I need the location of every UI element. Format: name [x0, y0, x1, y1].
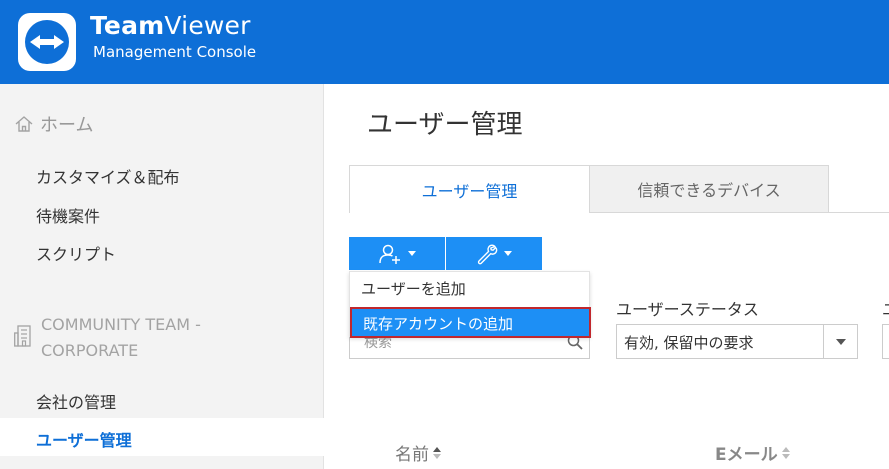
teamviewer-logo-icon[interactable] — [18, 13, 76, 71]
building-icon — [14, 325, 31, 347]
truncated-filter-input[interactable] — [882, 324, 889, 359]
home-icon — [15, 116, 33, 132]
tab-divider — [590, 212, 889, 213]
sidebar-item-home[interactable]: ホーム — [14, 112, 93, 136]
chevron-down-icon — [504, 251, 512, 256]
app-header: TeamViewer Management Console — [0, 0, 889, 84]
add-user-icon — [379, 244, 400, 264]
user-status-select[interactable]: 有効, 保留中の要求 — [616, 324, 858, 359]
tools-button[interactable] — [446, 237, 542, 270]
user-status-label: ユーザーステータス — [616, 300, 759, 319]
add-user-button[interactable] — [349, 237, 445, 270]
menu-item-add-user[interactable]: ユーザーを追加 — [361, 278, 466, 299]
user-status-value: 有効, 保留中の要求 — [624, 334, 754, 352]
tab-trusted-devices[interactable]: 信頼できるデバイス — [590, 165, 829, 213]
sidebar-item-pending[interactable]: 待機案件 — [36, 203, 100, 227]
menu-item-label: 既存アカウントの追加 — [363, 315, 514, 333]
sort-icon — [433, 446, 441, 459]
column-header-email[interactable]: Eメール — [715, 440, 790, 465]
truncated-filter-label: ユ — [882, 296, 889, 320]
chevron-down-icon — [408, 251, 416, 256]
column-header-name[interactable]: 名前 — [395, 440, 441, 465]
app-window: TeamViewer Management Console ホーム カスタマイズ… — [0, 0, 889, 469]
brand-subtitle: Management Console — [93, 43, 257, 61]
column-header-label: 名前 — [395, 445, 429, 465]
chevron-down-icon — [836, 339, 846, 345]
sidebar-item-scripts[interactable]: スクリプト — [36, 241, 116, 265]
add-user-dropdown-menu: ユーザーを追加 既存アカウントの追加 — [349, 271, 591, 338]
sidebar-group-company[interactable]: COMMUNITY TEAM - CORPORATE — [14, 314, 314, 366]
status-dropdown-toggle[interactable] — [823, 325, 857, 358]
group-name-line1: COMMUNITY TEAM - — [41, 315, 201, 334]
page-title: ユーザー管理 — [367, 110, 523, 140]
column-header-label: Eメール — [715, 445, 778, 465]
wrench-icon — [477, 244, 498, 264]
brand-title: TeamViewer — [90, 11, 251, 40]
menu-item-add-existing-account[interactable]: 既存アカウントの追加 — [350, 307, 591, 338]
sidebar-item-customize[interactable]: カスタマイズ＆配布 — [36, 164, 180, 188]
group-name-line2: CORPORATE — [41, 341, 139, 360]
sidebar: ホーム カスタマイズ＆配布 待機案件 スクリプト COMMUNITY TEAM … — [0, 84, 324, 469]
sort-icon — [781, 446, 790, 459]
sidebar-item-label: ホーム — [40, 115, 94, 136]
sidebar-item-user-management[interactable]: ユーザー管理 — [0, 418, 324, 456]
toolbar — [349, 237, 542, 270]
tab-user-management[interactable]: ユーザー管理 — [349, 165, 590, 213]
sidebar-item-label: ユーザー管理 — [36, 431, 132, 450]
sidebar-item-company-management[interactable]: 会社の管理 — [36, 389, 116, 413]
